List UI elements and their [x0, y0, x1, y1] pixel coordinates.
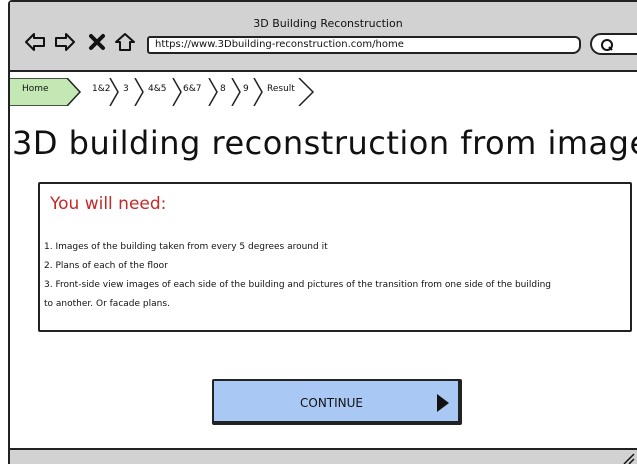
home-icon[interactable]	[114, 32, 136, 52]
list-item: 3. Front-side view images of each side o…	[44, 280, 552, 290]
url-input[interactable]: https://www.3Dbuilding-reconstruction.co…	[147, 36, 581, 54]
list-item: to another. Or facade plans.	[44, 299, 170, 309]
continue-label: CONTINUE	[300, 396, 364, 410]
page-title: 3D building reconstruction from images	[12, 124, 637, 162]
list-item: 2. Plans of each of the floor	[44, 261, 168, 271]
resize-grip-icon[interactable]	[622, 453, 636, 464]
requirements-list: 1. Images of the building taken from eve…	[44, 238, 628, 314]
breadcrumb-label-step[interactable]: 6&7	[183, 84, 201, 94]
breadcrumb-label-step[interactable]: 1&2	[92, 84, 110, 94]
search-field[interactable]	[590, 33, 637, 55]
list-item: 1. Images of the building taken from eve…	[44, 242, 328, 252]
close-icon[interactable]	[88, 32, 106, 52]
arrow-left-icon[interactable]	[24, 32, 46, 52]
window-title: 3D Building Reconstruction	[253, 17, 403, 30]
breadcrumb-label-step[interactable]: 3	[123, 84, 129, 94]
arrow-right-icon[interactable]	[54, 32, 76, 52]
continue-button[interactable]: CONTINUE	[212, 379, 462, 425]
breadcrumb-label-result[interactable]: Result	[267, 84, 295, 94]
requirements-heading: You will need:	[50, 194, 167, 214]
breadcrumb-label-step[interactable]: 9	[243, 84, 249, 94]
browser-toolbar: 3D Building Reconstruction https://www.3…	[10, 2, 637, 72]
breadcrumb-label-step[interactable]: 8	[220, 84, 226, 94]
search-icon	[601, 39, 613, 51]
breadcrumb: Home 1&2 3 4&5 6&7 8 9 Result	[10, 74, 637, 106]
requirements-panel: You will need: 1. Images of the building…	[38, 182, 632, 332]
breadcrumb-label-step[interactable]: 4&5	[148, 84, 166, 94]
browser-window: 3D Building Reconstruction https://www.3…	[8, 0, 637, 464]
breadcrumb-label-home[interactable]: Home	[22, 84, 49, 94]
status-bar	[10, 448, 637, 464]
play-arrow-icon	[437, 394, 449, 412]
